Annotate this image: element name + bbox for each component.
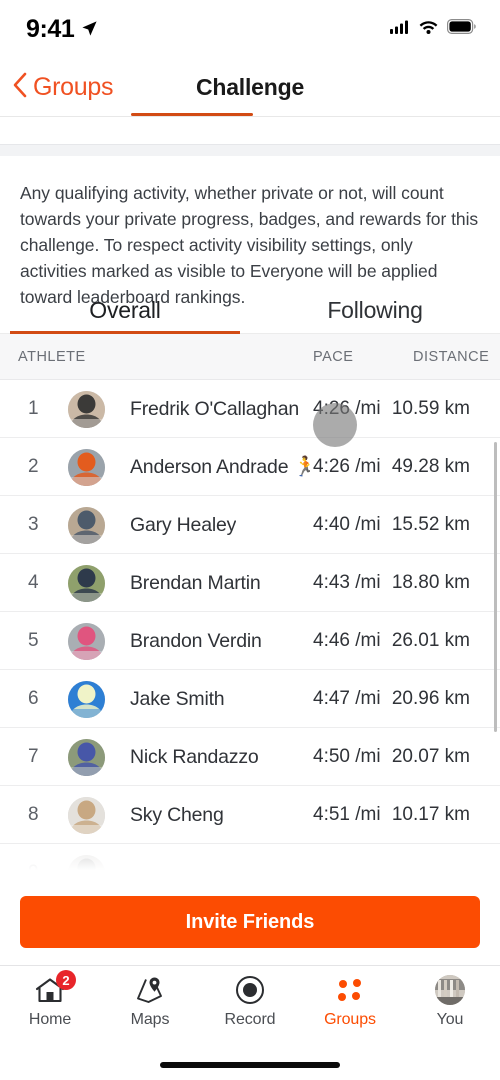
row-pace: 4:50 /mi [313, 746, 381, 767]
record-circle-icon [235, 974, 265, 1006]
bottom-tab-bar: 2 Home Maps Record Groups You [0, 965, 500, 1045]
tab-record[interactable]: Record [200, 966, 300, 1029]
profile-avatar-icon [435, 974, 465, 1006]
section-divider-band [0, 145, 500, 156]
row-pace: 4:43 /mi [313, 572, 381, 593]
avatar [68, 623, 105, 660]
row-athlete-name: Nick Randazzo [130, 745, 259, 768]
row-pace: 4:26 /mi [313, 456, 381, 477]
avatar [68, 391, 105, 428]
row-distance: 10.17 km [391, 804, 470, 825]
row-rank: 2 [28, 456, 39, 477]
avatar [68, 739, 105, 776]
table-row[interactable]: 4 Brendan Martin 4:43 /mi 18.80 km [0, 554, 500, 612]
row-athlete-name: Jake Smith [130, 687, 225, 710]
cta-container: Invite Friends [0, 880, 500, 965]
table-row[interactable]: 1Fredrik O'Callaghan4:26 /mi10.59 km [0, 380, 500, 438]
status-bar-indicators [390, 19, 476, 39]
leaderboard-segment-tabs: Overall Following [0, 288, 500, 332]
avatar [68, 507, 105, 544]
location-arrow-icon [81, 20, 98, 37]
status-bar-time-group: 9:41 [26, 15, 98, 44]
row-athlete-name: Sky Cheng [130, 803, 224, 826]
table-row[interactable]: 8 Sky Cheng 4:51 /mi 10.17 km [0, 786, 500, 844]
row-distance: 20.07 km [391, 746, 470, 767]
row-distance: 49.28 km [391, 456, 470, 477]
tab-you-label: You [436, 1011, 464, 1028]
row-athlete-name: Brendan Martin [130, 571, 261, 594]
tab-overall[interactable]: Overall [0, 288, 250, 332]
maps-pin-icon [135, 974, 165, 1006]
row-athlete-name: Anderson Andrade 🏃,… [130, 456, 310, 478]
column-header-pace: PACE [313, 349, 354, 365]
row-distance: 15.52 km [391, 514, 470, 535]
table-row[interactable]: 5 Brandon Verdin 4:46 /mi 26.01 km [0, 612, 500, 670]
avatar [68, 449, 105, 486]
row-rank: 6 [28, 688, 39, 709]
tab-following-label: Following [327, 296, 423, 323]
avatar [68, 565, 105, 602]
status-bar-time: 9:41 [26, 14, 75, 43]
row-athlete-name: Gary Healey [130, 513, 237, 536]
row-pace: 4:46 /mi [313, 630, 381, 651]
vertical-scrollbar[interactable] [494, 442, 497, 732]
wifi-icon [419, 20, 438, 39]
row-rank: 3 [28, 514, 39, 535]
tab-home-label: Home [28, 1011, 72, 1028]
navbar-divider [0, 116, 500, 117]
tab-maps-label: Maps [130, 1011, 170, 1028]
table-row[interactable]: 9 [0, 844, 500, 880]
tab-groups-label: Groups [324, 1011, 376, 1028]
row-distance: 18.80 km [391, 572, 470, 593]
touch-indicator [313, 403, 357, 447]
row-rank: 4 [28, 572, 39, 593]
avatar [68, 855, 105, 880]
row-rank: 5 [28, 630, 39, 651]
status-bar: 9:41 [0, 0, 500, 58]
tab-following[interactable]: Following [250, 288, 500, 332]
row-rank: 8 [28, 804, 39, 825]
home-indicator [160, 1062, 340, 1068]
battery-full-icon [447, 19, 476, 39]
navigation-bar: Groups Challenge [0, 58, 500, 116]
tab-record-label: Record [224, 1011, 276, 1028]
home-badge: 2 [56, 970, 76, 990]
column-header-athlete: ATHLETE [18, 349, 86, 365]
row-distance: 20.96 km [391, 688, 470, 709]
row-distance: 10.59 km [391, 398, 470, 419]
leaderboard-list[interactable]: 1 Fredrik O'Callaghan 4:26 /mi 10.59 km 2 And… [0, 380, 500, 880]
leaderboard-header: ATHLETE PACE DISTANCE [0, 334, 500, 380]
row-pace: 4:40 /mi [313, 514, 381, 535]
groups-dots-icon [337, 974, 363, 1006]
chevron-left-icon [12, 72, 27, 103]
table-row[interactable]: 2 Anderson Andrade 🏃,…4:26 /mi 49.28 km [0, 438, 500, 496]
row-pace: 4:47 /mi [313, 688, 381, 709]
tab-overall-label: Overall [89, 296, 161, 323]
row-athlete-name: Brandon Verdin [130, 629, 262, 652]
tab-home[interactable]: 2 Home [0, 966, 100, 1029]
tab-you[interactable]: You [400, 966, 500, 1029]
home-icon: 2 [35, 970, 76, 1006]
avatar [68, 797, 105, 834]
tab-groups[interactable]: Groups [300, 966, 400, 1029]
tab-maps[interactable]: Maps [100, 966, 200, 1029]
column-header-distance: DISTANCE [413, 349, 490, 365]
table-row[interactable]: 6 Jake Smith 4:47 /mi 20.96 km [0, 670, 500, 728]
app-screen: 9:41 Groups Challenge Any qualifying act… [0, 0, 500, 1080]
row-pace: 4:51 /mi [313, 804, 381, 825]
table-row[interactable]: 3 Gary Healey 4:40 /mi 15.52 km [0, 496, 500, 554]
table-row[interactable]: 7 Nick Randazzo 4:50 /mi 20.07 km [0, 728, 500, 786]
avatar [68, 681, 105, 718]
row-distance: 26.01 km [391, 630, 470, 651]
back-button-label: Groups [33, 72, 114, 101]
row-rank: 9 [28, 862, 39, 880]
back-button[interactable]: Groups [12, 72, 113, 103]
row-rank: 1 [28, 398, 39, 419]
row-athlete-name: Fredrik O'Callaghan [130, 397, 299, 420]
cellular-signal-icon [390, 20, 410, 39]
invite-friends-button[interactable]: Invite Friends [20, 896, 480, 948]
row-rank: 7 [28, 746, 39, 767]
